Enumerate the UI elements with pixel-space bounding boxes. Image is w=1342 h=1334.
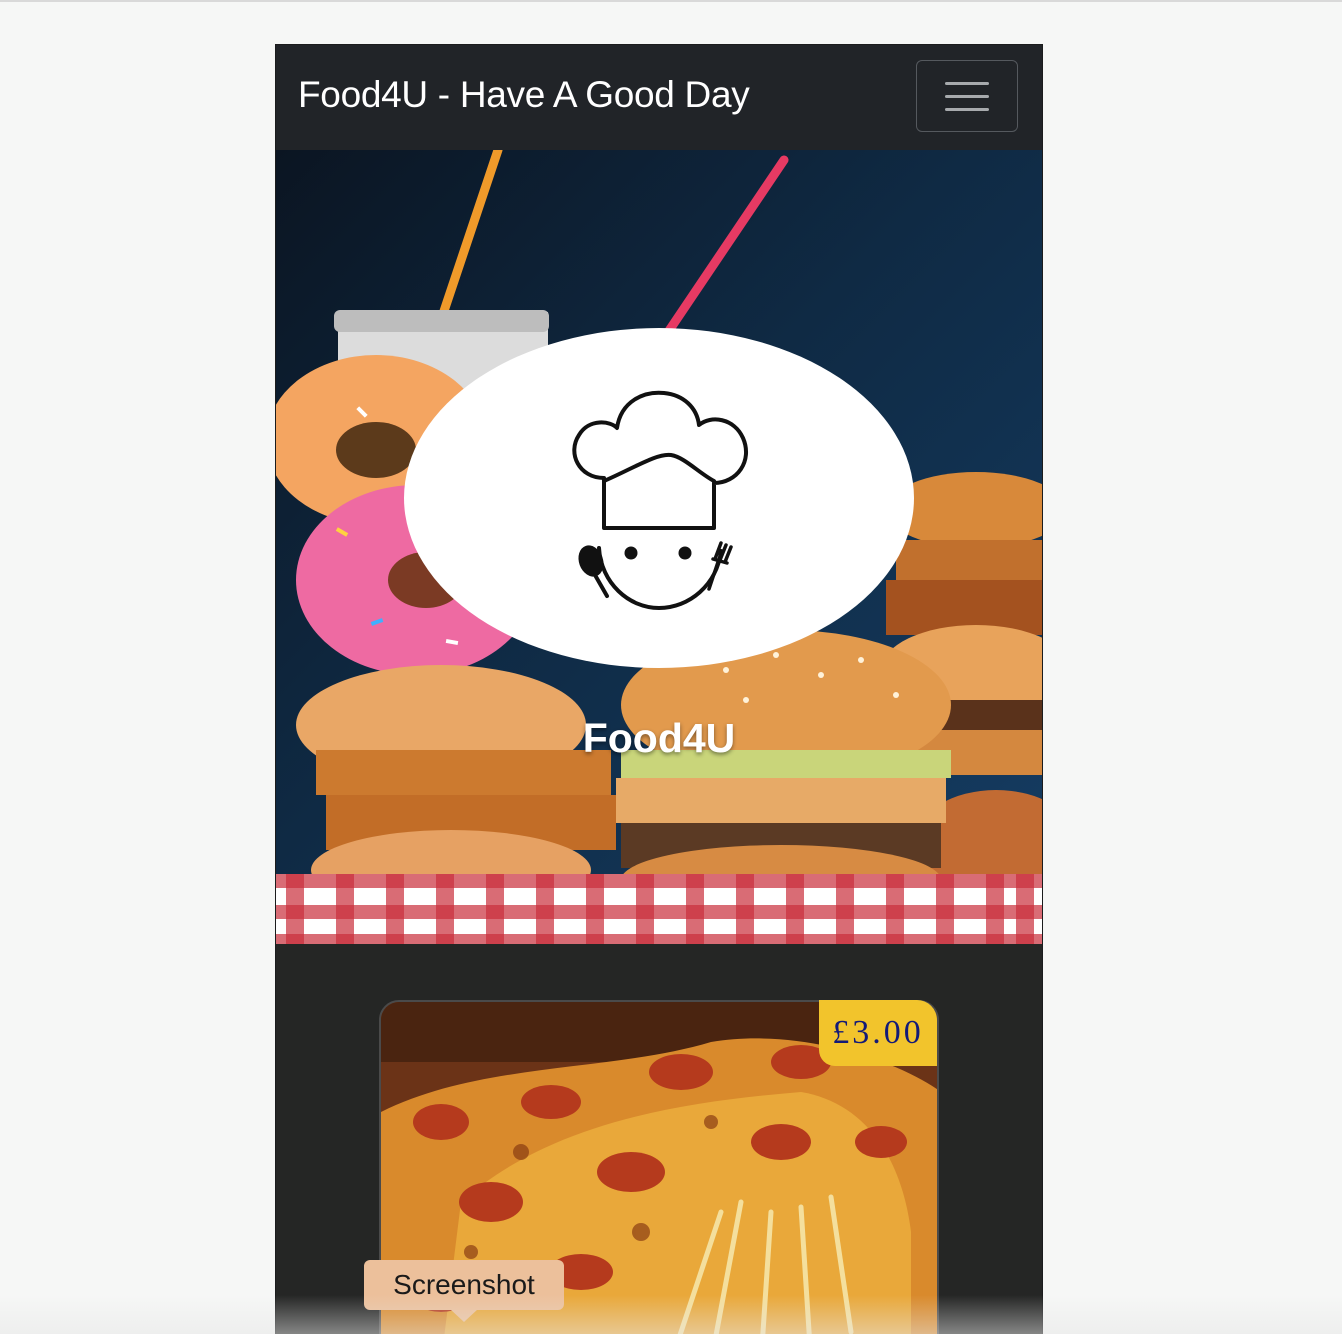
- hamburger-line-icon: [945, 94, 989, 98]
- navbar-brand[interactable]: Food4U - Have A Good Day: [298, 73, 750, 117]
- screenshot-tooltip: Screenshot: [364, 1260, 564, 1322]
- logo-badge: [404, 328, 914, 668]
- hamburger-line-icon: [945, 81, 989, 85]
- hamburger-menu-button[interactable]: [916, 60, 1018, 132]
- hero-banner: Food4U: [276, 150, 1042, 944]
- chef-hat-face-icon: [572, 390, 749, 610]
- window-top-border: [0, 0, 1342, 2]
- price-badge: £3.00: [819, 1000, 937, 1066]
- hamburger-line-icon: [945, 107, 989, 111]
- mobile-viewport: Food4U - Have A Good Day Food4U £3.00: [276, 45, 1042, 1334]
- navbar: Food4U - Have A Good Day: [276, 45, 1042, 151]
- hero-title: Food4U: [582, 715, 736, 761]
